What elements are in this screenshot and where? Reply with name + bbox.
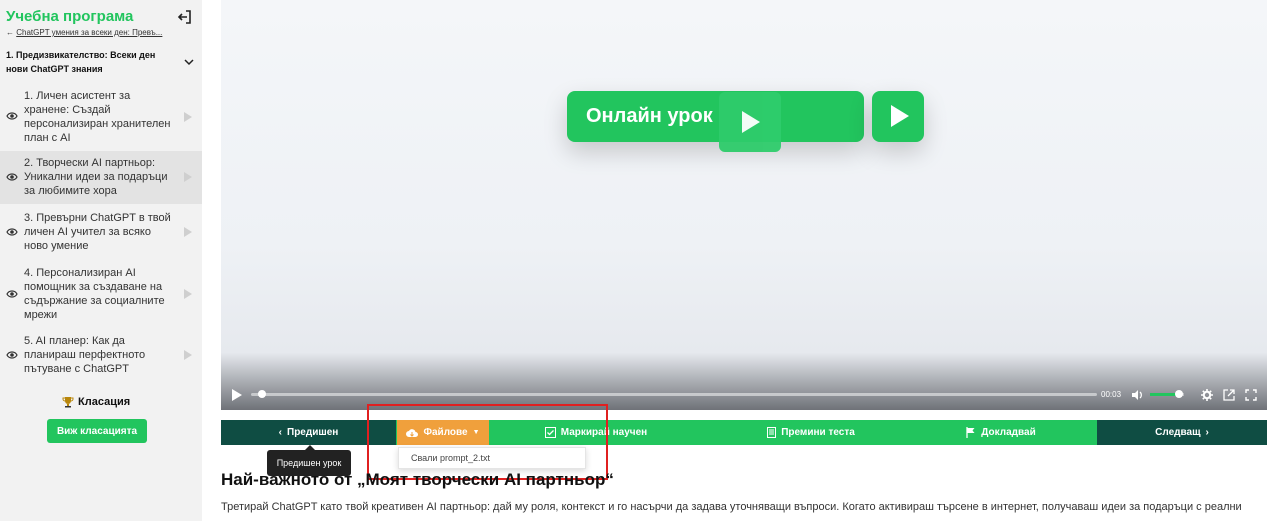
curriculum-title: Учебна програма <box>6 8 134 25</box>
play-icon <box>184 227 192 237</box>
eye-icon <box>6 351 18 359</box>
eye-icon <box>6 173 18 181</box>
report-button[interactable]: Докладвай <box>946 420 1056 445</box>
chevron-left-icon: ‹ <box>278 427 283 438</box>
chevron-right-icon: › <box>1205 427 1209 438</box>
settings-icon[interactable] <box>1201 389 1213 401</box>
back-arrow-icon: ← <box>6 28 14 37</box>
exit-icon[interactable] <box>177 9 193 25</box>
eye-icon <box>6 228 18 236</box>
lesson-label: 2. Творчески AI партньор: Уникални идеи … <box>24 157 168 197</box>
current-time: 00:03 <box>1101 390 1122 399</box>
content-paragraph: Третирай ChatGPT като твой креативен AI … <box>221 501 1242 513</box>
report-label: Докладвай <box>981 427 1036 438</box>
back-link-label: ChatGPT умения за всеки ден: Превъ... <box>16 28 163 37</box>
lesson-label: 1. Личен асистент за хранене: Създай пер… <box>24 90 171 144</box>
volume-icon[interactable] <box>1131 389 1143 401</box>
previous-label: Предишен <box>287 427 339 438</box>
lesson-item-2[interactable]: 2. Творчески AI партньор: Уникални идеи … <box>0 151 202 204</box>
play-icon <box>184 289 192 299</box>
eye-icon <box>6 112 18 120</box>
next-label: Следващ <box>1155 427 1201 438</box>
popout-icon[interactable] <box>1223 389 1235 401</box>
fullscreen-icon[interactable] <box>1245 389 1257 401</box>
back-link[interactable]: ← ChatGPT умения за всеки ден: Превъ... <box>6 28 162 37</box>
video-player[interactable]: Онлайн урок 00:03 <box>221 0 1267 410</box>
progress-bar[interactable] <box>251 393 1097 396</box>
lesson-item-3[interactable]: 3. Превърни ChatGPT в твой личен AI учит… <box>0 206 202 258</box>
ranking-title: Класация <box>62 396 130 408</box>
lesson-item-4[interactable]: 4. Персонализиран AI помощник за създава… <box>0 262 202 326</box>
lesson-item-1[interactable]: 1. Личен асистент за хранене: Създай пер… <box>0 86 202 148</box>
content-heading: Най-важното от „Моят творчески AI партнь… <box>221 470 614 489</box>
view-ranking-button[interactable]: Виж класацията <box>47 419 147 443</box>
highlight-box <box>367 404 608 480</box>
play-icon <box>184 112 192 122</box>
play-icon <box>184 350 192 360</box>
document-icon <box>767 427 777 438</box>
sidebar: Учебна програма ← ChatGPT умения за всек… <box>0 0 202 521</box>
play-icon <box>184 172 192 182</box>
ranking-title-label: Класация <box>78 396 131 408</box>
progress-handle[interactable] <box>258 390 267 398</box>
next-button[interactable]: Следващ › <box>1097 420 1267 445</box>
take-test-button[interactable]: Премини теста <box>741 420 881 445</box>
lesson-label: 4. Персонализиран AI помощник за създава… <box>24 267 165 321</box>
video-banner: Онлайн урок <box>567 91 864 142</box>
lesson-label: 5. AI планер: Как да планираш перфектнот… <box>24 335 146 375</box>
big-play-button[interactable] <box>719 92 781 152</box>
trophy-icon <box>62 397 74 408</box>
volume-handle[interactable] <box>1174 390 1183 398</box>
lesson-label: 3. Превърни ChatGPT в твой личен AI учит… <box>24 212 171 252</box>
take-test-label: Премини теста <box>781 427 855 438</box>
lesson-item-5[interactable]: 5. AI планер: Как да планираш перфектнот… <box>0 330 202 380</box>
chevron-down-icon[interactable] <box>184 57 194 67</box>
play-icon[interactable] <box>232 389 242 401</box>
video-banner-play-icon <box>872 91 924 142</box>
flag-icon <box>966 427 975 438</box>
eye-icon <box>6 290 18 298</box>
section-title[interactable]: 1. Предизвикателство: Всеки ден нови Cha… <box>6 48 176 76</box>
